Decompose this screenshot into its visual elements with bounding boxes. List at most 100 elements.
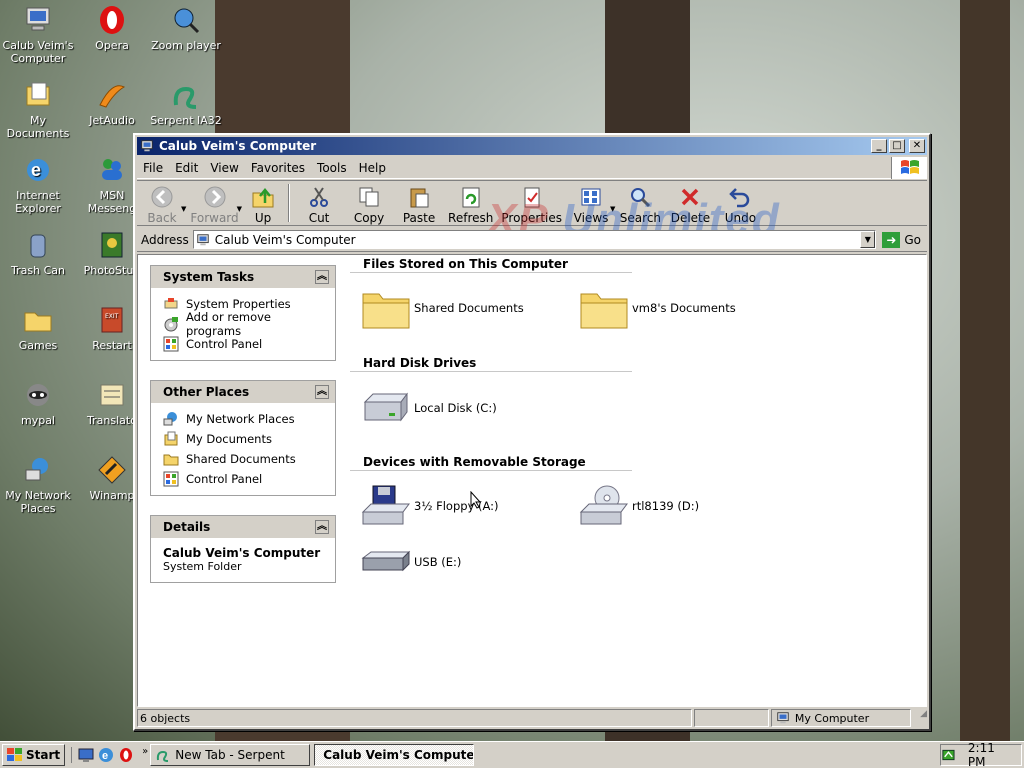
desktop-icon-games[interactable]: Games [0,304,76,352]
other-places-panel: Other Places ︽ My Network Places My Docu… [150,380,336,496]
views-button[interactable]: Views [566,181,616,225]
desktop-icon-mypal[interactable]: mypal [0,379,76,427]
folder-icon [163,454,179,466]
collapse-chevron-icon[interactable]: ︽ [315,270,329,284]
item-label: rtl8139 (D:) [632,499,700,513]
opera-icon[interactable] [118,747,134,763]
desktop-icon-my-computer[interactable]: Calub Veim's Computer [0,4,76,65]
desktop-icon-label: JetAudio [89,114,135,127]
add-remove-programs-link[interactable]: Add or remove programs [163,310,325,338]
maximize-button[interactable]: □ [889,139,905,153]
collapse-chevron-icon[interactable]: ︽ [315,385,329,399]
network-places-link[interactable]: My Network Places [163,409,325,429]
properties-button[interactable]: Properties [497,181,566,225]
menu-edit[interactable]: Edit [169,161,204,175]
desktop-icon-jetaudio[interactable]: JetAudio [74,79,150,127]
menu-file[interactable]: File [137,161,169,175]
svg-text:EXIT: EXIT [105,313,119,320]
go-label: Go [904,232,921,247]
go-button[interactable]: ➜ Go [876,231,927,248]
paste-button[interactable]: Paste [394,181,444,225]
menu-help[interactable]: Help [353,161,392,175]
resize-grip-icon[interactable]: ◢ [913,709,927,727]
internet-explorer-icon[interactable]: e [98,747,114,763]
mouse-cursor-icon [470,491,482,509]
copy-label: Copy [353,211,385,225]
refresh-label: Refresh [448,211,494,225]
up-button[interactable]: Up [242,181,284,225]
up-label: Up [254,211,272,225]
desktop-icon-serpent[interactable]: Serpent IA32 [148,79,224,127]
link-label: Shared Documents [186,452,296,466]
start-button[interactable]: Start [2,744,66,766]
games-folder-icon [22,304,54,336]
close-button[interactable]: ✕ [909,139,925,153]
up-folder-icon [252,188,274,208]
restart-icon: EXIT [96,304,128,336]
back-button[interactable]: Back [137,181,187,225]
address-input[interactable]: Calub Veim's Computer ▼ [192,230,877,249]
usb-drive-icon [360,539,412,585]
local-disk-c-item[interactable]: Local Disk (C:) [360,385,497,431]
msn-icon [96,154,128,186]
menu-favorites[interactable]: Favorites [245,161,311,175]
vm8-documents-item[interactable]: vm8's Documents [578,285,736,331]
refresh-button[interactable]: Refresh [444,181,497,225]
other-places-header[interactable]: Other Places ︽ [151,381,335,403]
forward-button[interactable]: Forward [186,181,242,225]
window-title: Calub Veim's Computer [159,139,317,153]
desktop-icon-internet-explorer[interactable]: e Internet Explorer [0,154,76,215]
task-new-tab-serpent[interactable]: New Tab - Serpent [150,744,311,766]
panel-title: Details [163,520,211,534]
rtl8139-d-item[interactable]: rtl8139 (D:) [578,483,699,529]
minimize-button[interactable]: _ [871,139,887,153]
address-value: Calub Veim's Computer [214,232,356,247]
system-tasks-header[interactable]: System Tasks ︽ [151,266,335,288]
menu-tools[interactable]: Tools [311,161,353,175]
quick-launch: e [71,747,134,763]
views-label: Views [573,211,609,225]
title-bar[interactable]: Calub Veim's Computer _ □ ✕ [137,137,927,155]
quick-launch-more-button[interactable]: » [142,746,148,757]
desktop-icon-network-places[interactable]: My Network Places [0,454,76,515]
undo-button[interactable]: Undo [715,181,765,225]
properties-label: Properties [501,211,563,225]
desktop-icon-label: Calub Veim's Computer [2,39,74,65]
control-panel-link[interactable]: Control Panel [163,469,325,489]
files-section-header: Files Stored on This Computer [350,257,632,273]
my-documents-link[interactable]: My Documents [163,429,325,449]
collapse-chevron-icon[interactable]: ︽ [315,520,329,534]
tray-app-icon[interactable] [941,747,956,763]
copy-icon [359,187,379,207]
show-desktop-icon[interactable] [78,747,94,763]
shared-documents-item[interactable]: Shared Documents [360,285,524,331]
status-location: My Computer [770,709,912,727]
details-header[interactable]: Details ︽ [151,516,335,538]
address-dropdown-button[interactable]: ▼ [860,231,876,248]
menu-view[interactable]: View [204,161,244,175]
link-label: Control Panel [186,472,263,486]
search-button[interactable]: Search [615,181,665,225]
go-arrow-icon: ➜ [882,231,901,248]
copy-button[interactable]: Copy [344,181,394,225]
mypal-icon [22,379,54,411]
cut-button[interactable]: Cut [294,181,344,225]
refresh-icon [462,187,480,208]
delete-label: Delete [670,211,711,225]
link-label: My Documents [186,432,272,446]
clock[interactable]: 2:11 PM [968,741,1013,768]
desktop-icon-opera[interactable]: Opera [74,4,150,52]
desktop-icon-trash-can[interactable]: Trash Can [0,229,76,277]
desktop-icon-label: Serpent IA32 [150,114,222,127]
shared-documents-link[interactable]: Shared Documents [163,449,325,469]
removable-section-header: Devices with Removable Storage [350,455,632,471]
desktop-icon-zoom-player[interactable]: Zoom player [148,4,224,52]
delete-icon [682,188,699,206]
desktop-icon-my-documents[interactable]: My Documents [0,79,76,140]
task-calub-veims-computer[interactable]: Calub Veim's Computer [314,744,475,766]
delete-button[interactable]: Delete [665,181,715,225]
windows-logo-icon [891,157,927,179]
control-panel-icon [163,336,179,352]
search-icon [631,188,651,208]
usb-e-item[interactable]: USB (E:) [360,539,461,585]
